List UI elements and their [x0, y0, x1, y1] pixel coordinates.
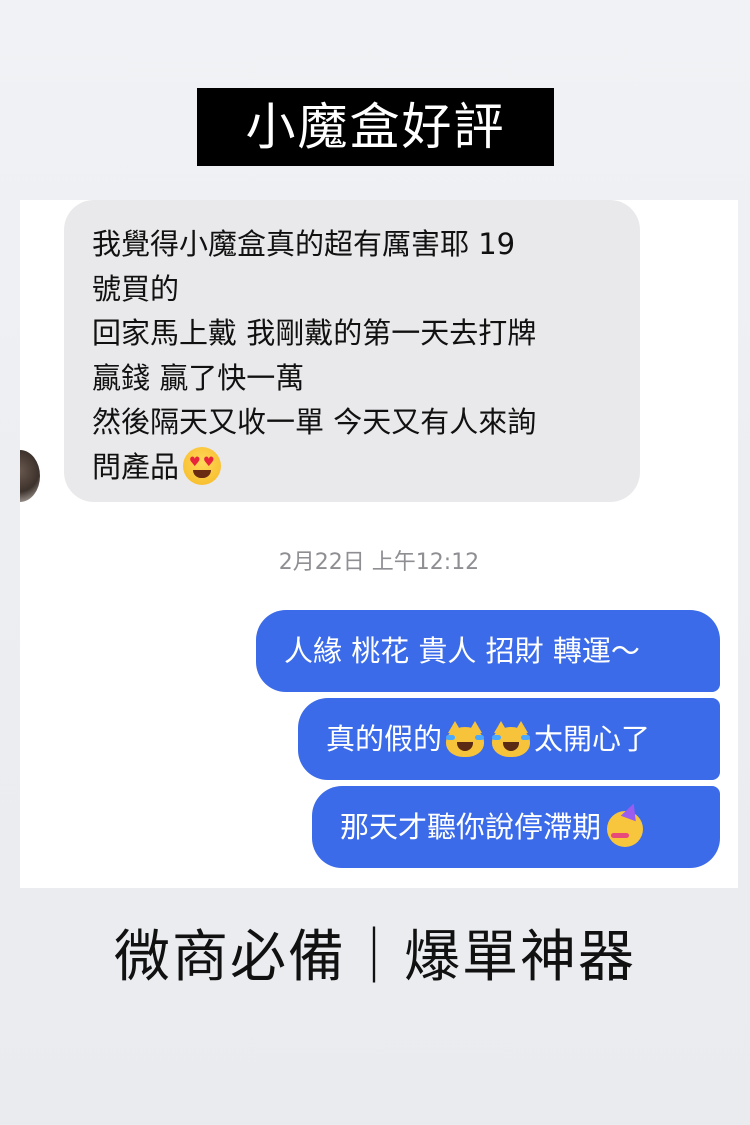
page-title: 小魔盒好評 — [197, 88, 554, 166]
message-line: 然後隔天又收一單 今天又有人來詢 — [92, 405, 537, 439]
incoming-message-bubble[interactable]: 我覺得小魔盒真的超有厲害耶 19 號買的 回家馬上戴 我剛戴的第一天去打牌 贏錢… — [64, 200, 640, 502]
outgoing-message-bubble[interactable]: 那天才聽你說停滯期 — [312, 786, 720, 868]
chat-thread: 我覺得小魔盒真的超有厲害耶 19 號買的 回家馬上戴 我剛戴的第一天去打牌 贏錢… — [20, 200, 738, 888]
heart-eyes-emoji-icon: ♥ ♥ — [183, 446, 222, 485]
outgoing-message-bubble[interactable]: 真的假的 太開心了 — [298, 698, 720, 780]
avatar[interactable] — [20, 450, 40, 502]
message-line: 回家馬上戴 我剛戴的第一天去打牌 — [92, 316, 537, 350]
message-line-last: 問產品 ♥ ♥ — [92, 445, 616, 490]
message-line: 贏錢 贏了快一萬 — [92, 360, 305, 395]
cat-tears-of-joy-emoji-icon — [492, 721, 531, 757]
cat-tears-of-joy-emoji-icon — [446, 721, 485, 757]
partying-face-emoji-icon — [607, 800, 647, 847]
message-timestamp: 2月22日 上午12:12 — [278, 550, 480, 575]
message-text: 太開心了 — [534, 722, 651, 756]
message-text: 真的假的 — [326, 722, 443, 756]
tagline: 微商必備｜爆單神器 — [114, 925, 636, 990]
message-line: 號買的 — [92, 271, 180, 306]
message-text: 問產品 — [92, 449, 180, 484]
message-line: 我覺得小魔盒真的超有厲害耶 19 — [92, 227, 516, 261]
message-text: 人緣 桃花 貴人 招財 轉運～ — [284, 634, 640, 668]
outgoing-message-bubble[interactable]: 人緣 桃花 貴人 招財 轉運～ — [256, 610, 720, 692]
message-text: 那天才聽你說停滯期 — [340, 810, 602, 844]
